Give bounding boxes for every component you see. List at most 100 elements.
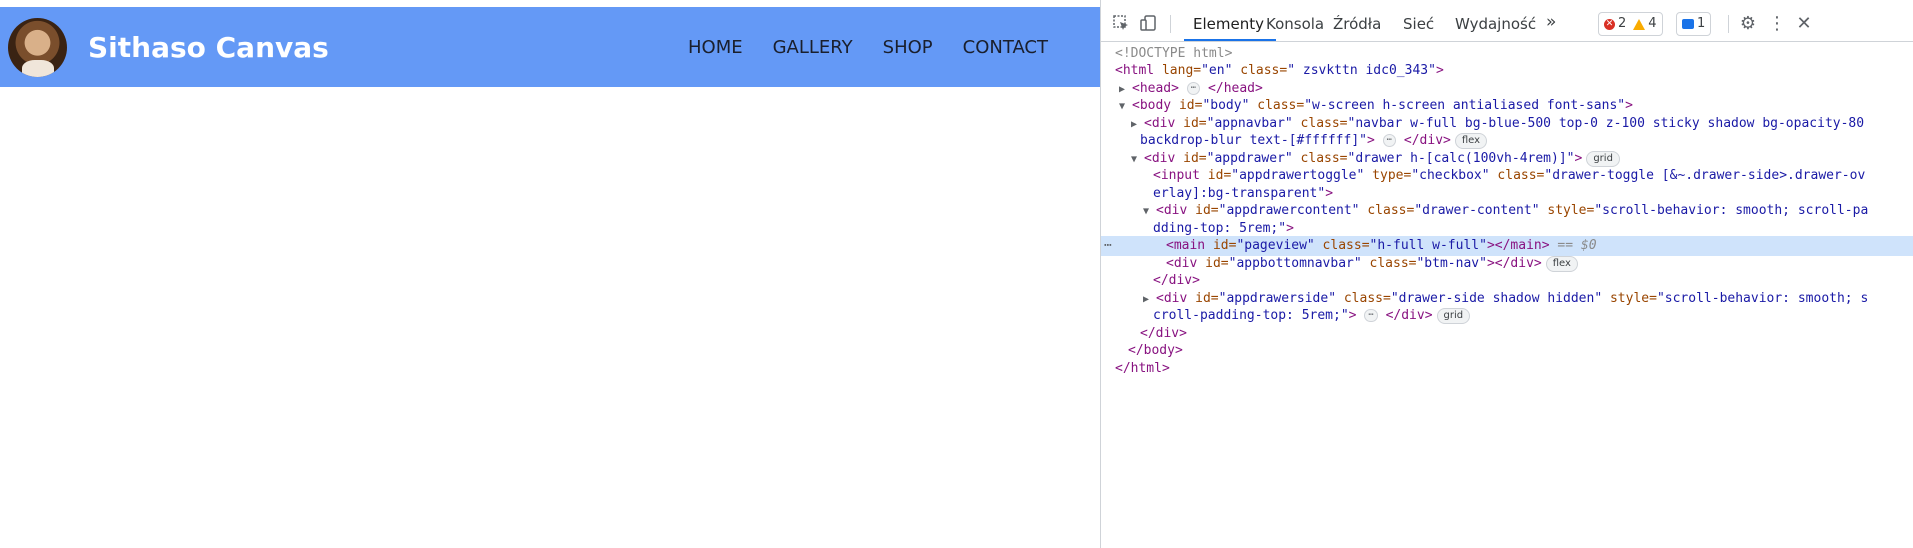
tag: <div (1144, 151, 1184, 166)
dom-line[interactable]: backdrop-blur text-[#ffffff]"> ⋯ </div> f… (1101, 131, 1913, 151)
tag: </div> (1153, 273, 1200, 288)
dom-line[interactable]: </body> (1101, 341, 1913, 361)
tag: > (1286, 221, 1294, 236)
tag: </div> (1403, 133, 1451, 148)
tab-network[interactable]: Sieć (1403, 15, 1434, 33)
attr: class= (1292, 116, 1348, 131)
attr-value: "scroll-behavior: smooth; scroll-pa (1594, 203, 1869, 218)
dom-line[interactable]: </div> (1101, 271, 1913, 291)
tab-elements[interactable]: Elementy (1193, 15, 1264, 33)
attr-value: "btm-nav" (1416, 256, 1487, 271)
dom-line-selected[interactable]: ⋯ <main id="pageview" class="h-full w-fu… (1101, 236, 1913, 256)
selected-node-ref: == $0 (1549, 238, 1597, 253)
attr-value: "navbar w-full bg-blue-500 top-0 z-100 s… (1347, 116, 1865, 131)
error-count: 2 (1618, 16, 1627, 31)
attr: id= (1183, 151, 1207, 166)
device-toggle-icon[interactable] (1139, 14, 1159, 34)
attr-value: "appdrawercontent" (1218, 203, 1360, 218)
attr-value: dding-top: 5rem;" (1153, 221, 1287, 236)
site-brand[interactable]: Sithaso Canvas (88, 31, 329, 64)
tab-console[interactable]: Konsola (1266, 15, 1324, 33)
collapsed-ellipsis-icon[interactable]: ⋯ (1186, 82, 1201, 95)
attr: class= (1232, 63, 1288, 78)
messages-badge[interactable]: 1 (1676, 12, 1712, 36)
viewport-top-strip (0, 0, 1100, 7)
doctype: <!DOCTYPE html> (1115, 46, 1233, 61)
tag: <body (1132, 98, 1179, 113)
dom-line[interactable]: croll-padding-top: 5rem;"> ⋯ </div> grid (1101, 306, 1913, 326)
tag: <div (1144, 116, 1184, 131)
more-vert-icon[interactable]: ⋮ (1767, 14, 1787, 34)
attr: class= (1361, 256, 1417, 271)
tag: <div (1156, 291, 1196, 306)
message-count: 1 (1697, 16, 1706, 31)
more-options-icon[interactable]: ⋯ (1104, 236, 1112, 256)
nav-gallery[interactable]: GALLERY (773, 37, 853, 58)
attr-value: "drawer-side shadow hidden" (1390, 291, 1603, 306)
tag: > (1574, 151, 1583, 166)
attr-value: "appdrawertoggle" (1231, 168, 1365, 183)
toolbar-separator (1170, 15, 1171, 33)
attr-value: erlay]:bg-transparent" (1153, 186, 1326, 201)
warning-count: 4 (1648, 16, 1657, 31)
nav-shop[interactable]: SHOP (883, 37, 933, 58)
attr-value: "appbottomnavbar" (1228, 256, 1362, 271)
attr: class= (1249, 98, 1305, 113)
grid-badge[interactable]: grid (1586, 150, 1620, 167)
dom-line[interactable]: ▼ <body id="body" class="w-screen h-scree… (1101, 96, 1913, 116)
settings-icon[interactable]: ⚙ (1738, 14, 1758, 34)
tag: > (1625, 98, 1633, 113)
tag: > (1325, 186, 1334, 201)
attr-value: "drawer-toggle [&~.drawer-side>.drawer-o… (1544, 168, 1866, 183)
attr-value: croll-padding-top: 5rem;" (1153, 308, 1349, 323)
dom-line[interactable]: <html lang="en" class=" zsvkttn idc0_343… (1101, 61, 1913, 81)
tab-performance[interactable]: Wydajność (1455, 15, 1536, 33)
attr-value: "appdrawer" (1206, 151, 1293, 166)
attr: style= (1602, 291, 1657, 306)
tag: <div (1166, 256, 1206, 271)
toolbar-separator (1728, 15, 1729, 33)
attr: style= (1539, 203, 1595, 218)
tag: > (1348, 308, 1357, 323)
tag: </div> (1385, 308, 1433, 323)
avatar[interactable] (8, 18, 67, 77)
issues-badge[interactable]: ✕ 2 4 (1598, 12, 1663, 36)
tag: ></main> (1486, 238, 1550, 253)
tag: <head> (1132, 81, 1179, 96)
message-icon (1682, 19, 1694, 29)
nav-home[interactable]: HOME (688, 37, 743, 58)
attr: id= (1207, 168, 1232, 183)
attr-value: "drawer h-[calc(100vh-4rem)]" (1347, 151, 1575, 166)
inspect-icon[interactable] (1111, 14, 1131, 34)
attr-value: "drawer-content" (1414, 203, 1540, 218)
devtools-panel: Elementy Konsola Źródła Sieć Wydajność »… (1100, 0, 1913, 548)
dom-line[interactable]: </html> (1101, 359, 1913, 379)
warning-icon (1633, 18, 1646, 30)
attr-value: "en" (1201, 63, 1233, 78)
close-icon[interactable]: ✕ (1794, 14, 1814, 34)
attr-value: "appdrawerside" (1218, 291, 1337, 306)
tab-sources[interactable]: Źródła (1333, 15, 1381, 33)
nav-contact[interactable]: CONTACT (963, 37, 1048, 58)
flex-badge[interactable]: flex (1454, 132, 1488, 149)
nav-links: HOME GALLERY SHOP CONTACT (688, 37, 1048, 58)
flex-badge[interactable]: flex (1545, 255, 1578, 272)
tag: </html> (1115, 361, 1170, 376)
grid-badge[interactable]: grid (1436, 307, 1471, 324)
dom-line[interactable]: ▼ <div id="appdrawercontent" class="drawe… (1101, 201, 1913, 221)
attr-value: "checkbox" (1411, 168, 1490, 183)
tag: <main (1166, 238, 1213, 253)
active-tab-indicator (1184, 39, 1276, 41)
dom-line[interactable]: <input id="appdrawertoggle" type="checkb… (1101, 166, 1913, 186)
attr-value: "pageview" (1236, 238, 1315, 253)
attr-value: "body" (1202, 98, 1250, 113)
tag: > (1435, 63, 1444, 78)
collapsed-ellipsis-icon[interactable]: ⋯ (1364, 309, 1378, 322)
page-viewport: Sithaso Canvas HOME GALLERY SHOP CONTACT (0, 0, 1100, 548)
tag: <input (1153, 168, 1208, 183)
more-tabs-icon[interactable]: » (1546, 12, 1556, 32)
attr-value: "w-screen h-screen antialiased font-sans… (1304, 98, 1626, 113)
collapsed-ellipsis-icon[interactable]: ⋯ (1382, 134, 1397, 147)
attr: id= (1205, 256, 1229, 271)
attr: id= (1178, 98, 1203, 113)
